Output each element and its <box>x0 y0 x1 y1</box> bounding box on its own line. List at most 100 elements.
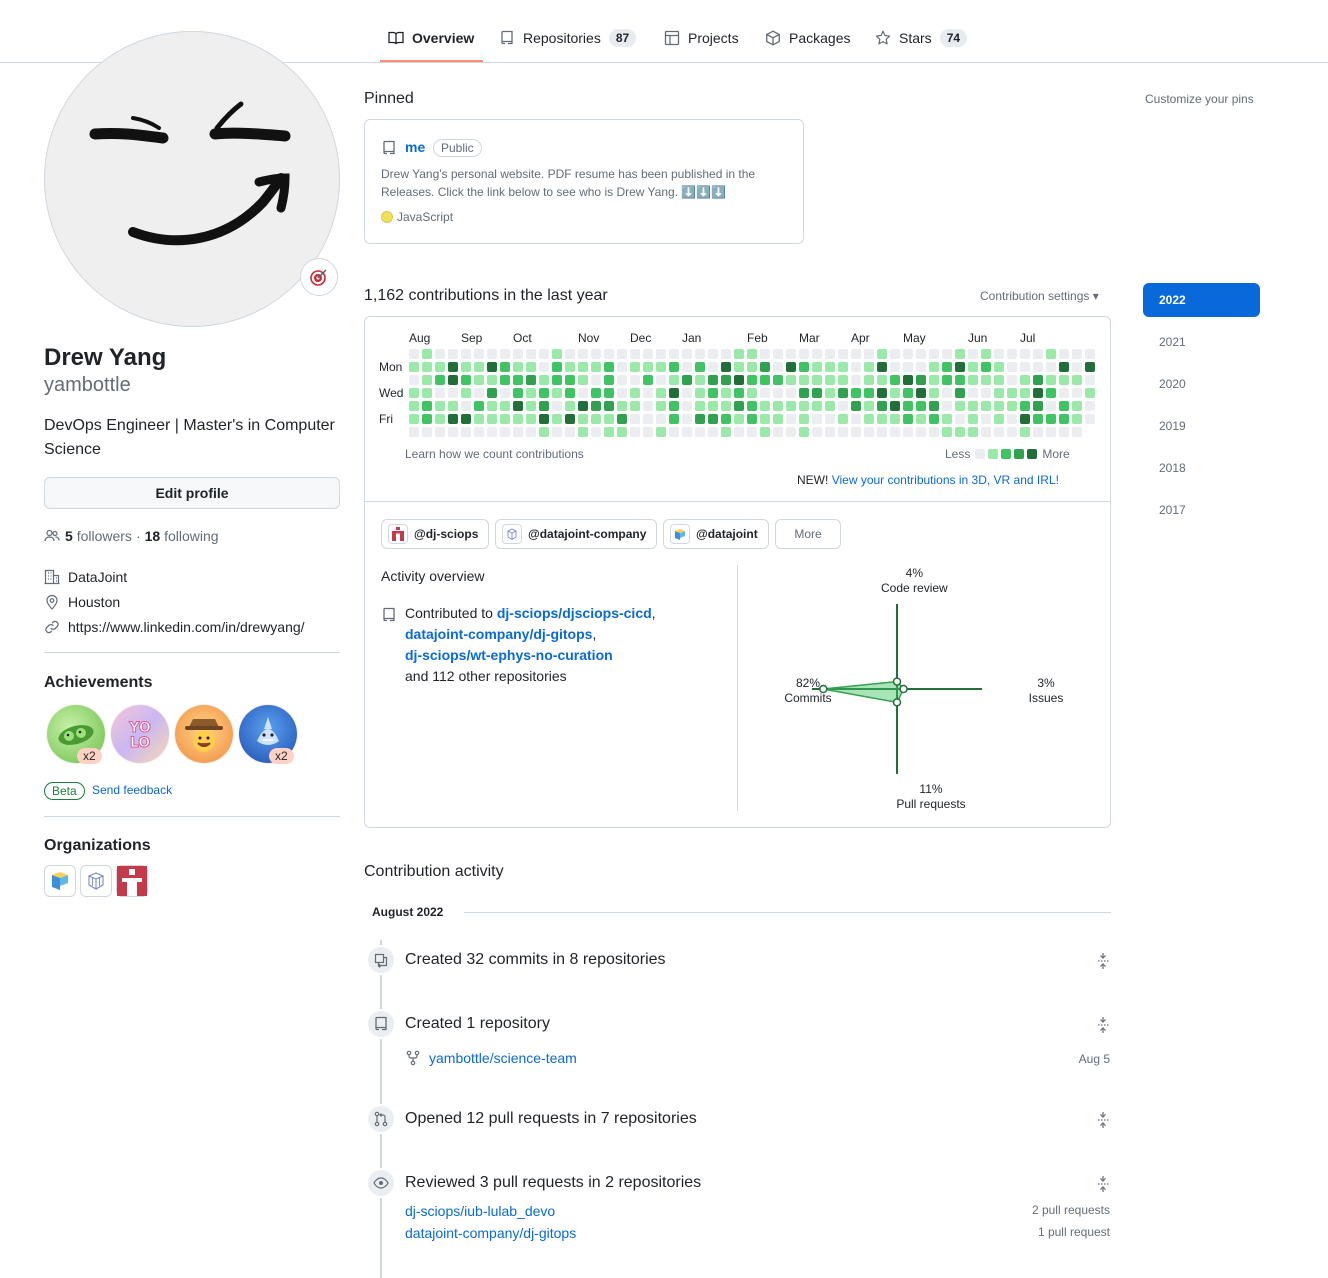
tab-packages[interactable]: Packages <box>765 26 850 50</box>
year-filter-2019[interactable]: 2019 <box>1143 409 1260 443</box>
contribution-day[interactable] <box>513 414 523 424</box>
contribution-day[interactable] <box>422 388 432 398</box>
contribution-day[interactable] <box>877 388 887 398</box>
contribution-day[interactable] <box>1059 427 1069 437</box>
tab-repositories[interactable]: Repositories 87 <box>499 26 637 50</box>
contribution-day[interactable] <box>656 401 666 411</box>
contribution-day[interactable] <box>565 375 575 385</box>
avatar[interactable] <box>44 31 340 327</box>
contribution-day[interactable] <box>682 427 692 437</box>
contribution-day[interactable] <box>916 427 926 437</box>
contribution-day[interactable] <box>851 362 861 372</box>
contribution-day[interactable] <box>1046 349 1056 359</box>
contribution-day[interactable] <box>448 375 458 385</box>
contribution-day[interactable] <box>903 427 913 437</box>
contribution-day[interactable] <box>1046 401 1056 411</box>
contribution-day[interactable] <box>682 362 692 372</box>
contribution-day[interactable] <box>1020 401 1030 411</box>
created-repo-link[interactable]: yambottle/science-team <box>429 1050 577 1066</box>
contribution-day[interactable] <box>838 349 848 359</box>
contribution-day[interactable] <box>526 388 536 398</box>
year-filter-2021[interactable]: 2021 <box>1143 325 1260 359</box>
year-filter-2017[interactable]: 2017 <box>1143 493 1260 527</box>
contribution-day[interactable] <box>773 375 783 385</box>
contribution-day[interactable] <box>643 349 653 359</box>
contribution-day[interactable] <box>929 427 939 437</box>
contribution-day[interactable] <box>656 375 666 385</box>
contribution-day[interactable] <box>942 401 952 411</box>
year-filter-2022[interactable]: 2022 <box>1143 283 1260 317</box>
contribution-day[interactable] <box>1020 349 1030 359</box>
contribution-day[interactable] <box>1072 427 1082 437</box>
contribution-day[interactable] <box>487 362 497 372</box>
contribution-day[interactable] <box>786 427 796 437</box>
contribution-day[interactable] <box>1046 427 1056 437</box>
contribution-day[interactable] <box>916 414 926 424</box>
contribution-day[interactable] <box>929 349 939 359</box>
contribution-day[interactable] <box>747 401 757 411</box>
contribution-day[interactable] <box>617 375 627 385</box>
contribution-day[interactable] <box>708 375 718 385</box>
contribution-day[interactable] <box>786 388 796 398</box>
contribution-day[interactable] <box>487 375 497 385</box>
learn-contributions-link[interactable]: Learn how we count contributions <box>405 447 584 461</box>
contribution-day[interactable] <box>903 375 913 385</box>
contribution-day[interactable] <box>994 401 1004 411</box>
contribution-day[interactable] <box>643 362 653 372</box>
contribution-day[interactable] <box>604 427 614 437</box>
contribution-day[interactable] <box>1072 375 1082 385</box>
contribution-day[interactable] <box>1059 401 1069 411</box>
contribution-day[interactable] <box>994 414 1004 424</box>
contribution-day[interactable] <box>1020 362 1030 372</box>
fold-icon[interactable] <box>1095 1175 1111 1193</box>
contribution-day[interactable] <box>539 401 549 411</box>
contribution-day[interactable] <box>630 362 640 372</box>
contribution-day[interactable] <box>916 401 926 411</box>
contribution-day[interactable] <box>630 375 640 385</box>
contribution-day[interactable] <box>773 414 783 424</box>
contributed-repo-link[interactable]: dj-sciops/djsciops-cicd <box>497 605 652 621</box>
contribution-day[interactable] <box>903 362 913 372</box>
contribution-day[interactable] <box>695 362 705 372</box>
org-filter-datajoint-company[interactable]: @datajoint-company <box>495 519 658 549</box>
contribution-day[interactable] <box>604 349 614 359</box>
contribution-day[interactable] <box>422 414 432 424</box>
contribution-day[interactable] <box>539 362 549 372</box>
contribution-day[interactable] <box>682 375 692 385</box>
contribution-day[interactable] <box>448 427 458 437</box>
reviewed-repo-link[interactable]: datajoint-company/dj-gitops <box>405 1225 576 1241</box>
contribution-day[interactable] <box>409 362 419 372</box>
contribution-day[interactable] <box>539 427 549 437</box>
contribution-day[interactable] <box>903 349 913 359</box>
contribution-day[interactable] <box>500 362 510 372</box>
contribution-day[interactable] <box>409 388 419 398</box>
contribution-day[interactable] <box>1085 349 1095 359</box>
contribution-day[interactable] <box>1007 414 1017 424</box>
contribution-day[interactable] <box>968 349 978 359</box>
event-title[interactable]: Reviewed 3 pull requests in 2 repositori… <box>405 1174 701 1192</box>
pinned-repo-name[interactable]: me <box>405 139 425 155</box>
contribution-day[interactable] <box>500 414 510 424</box>
contribution-day[interactable] <box>994 388 1004 398</box>
contribution-day[interactable] <box>1059 414 1069 424</box>
contribution-day[interactable] <box>1085 362 1095 372</box>
contribution-day[interactable] <box>474 362 484 372</box>
contribution-day[interactable] <box>1033 349 1043 359</box>
contribution-day[interactable] <box>864 375 874 385</box>
contribution-day[interactable] <box>721 362 731 372</box>
contribution-day[interactable] <box>500 375 510 385</box>
contribution-day[interactable] <box>435 401 445 411</box>
contribution-day[interactable] <box>682 349 692 359</box>
followers-link[interactable]: 5 followers <box>65 528 132 544</box>
contribution-day[interactable] <box>487 414 497 424</box>
contribution-day[interactable] <box>890 388 900 398</box>
contribution-day[interactable] <box>786 375 796 385</box>
contribution-day[interactable] <box>617 427 627 437</box>
event-title[interactable]: Opened 12 pull requests in 7 repositorie… <box>405 1110 697 1128</box>
contribution-day[interactable] <box>461 401 471 411</box>
contribution-day[interactable] <box>669 414 679 424</box>
contribution-day[interactable] <box>968 427 978 437</box>
contribution-day[interactable] <box>890 375 900 385</box>
contribution-day[interactable] <box>825 388 835 398</box>
reviewed-repo-link[interactable]: dj-sciops/iub-lulab_devo <box>405 1203 555 1219</box>
